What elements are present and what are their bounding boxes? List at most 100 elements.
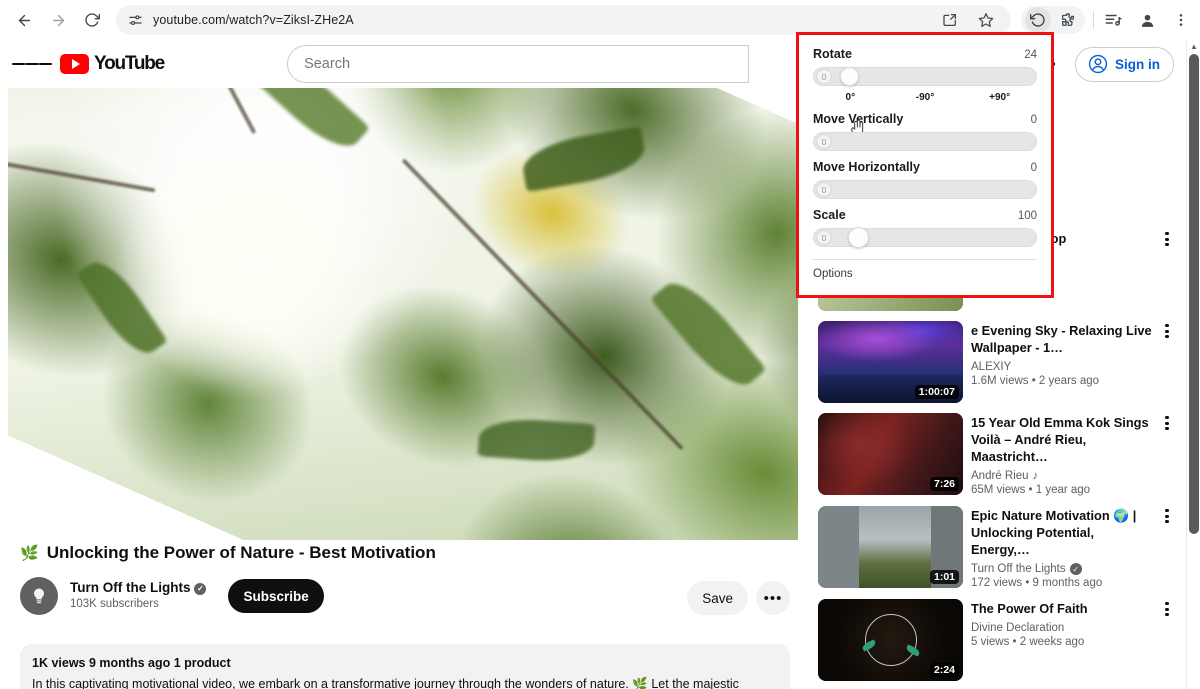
three-dots-vertical-icon[interactable]: [1158, 232, 1176, 247]
youtube-logo-text: YouTube: [94, 53, 165, 74]
channel-row[interactable]: André Rieu ♪: [971, 470, 1152, 482]
search-area: [287, 45, 750, 83]
history-restore-icon[interactable]: [1025, 7, 1051, 33]
scale-label: Scale: [813, 208, 846, 222]
list-item-info: The Power Of Faith Divine Declaration 5 …: [971, 599, 1170, 681]
move-vertically-slider[interactable]: 0: [813, 132, 1037, 151]
channel-row: Turn Off the Lights ✓ 103K subscribers S…: [20, 577, 790, 615]
address-bar[interactable]: youtube.com/watch?v=ZiksI-ZHe2A: [116, 5, 1011, 35]
move-horizontally-slider-min: 0: [816, 182, 832, 197]
video-actions: Save •••: [687, 581, 790, 615]
rotate-tick-1: -90°: [915, 92, 935, 103]
description-box[interactable]: 1K views 9 months ago 1 product In this …: [20, 644, 790, 689]
list-item[interactable]: 1:00:07 e Evening Sky - Relaxing Live Wa…: [812, 316, 1180, 408]
description-line-1: In this captivating motivational video, …: [32, 677, 739, 689]
verified-badge-icon: ✓: [194, 582, 207, 595]
browser-menu-icon[interactable]: [1170, 9, 1192, 31]
video-stats: 1.6M views • 2 years ago: [971, 375, 1100, 388]
video-stats: 1K views 9 months ago 1 product: [32, 656, 231, 670]
channel-row[interactable]: Turn Off the Lights ✓: [971, 563, 1152, 576]
rotate-tick-labels: 0° -90° +90°: [813, 92, 1037, 103]
video-title: 15 Year Old Emma Kok Sings Voilà – André…: [971, 415, 1149, 465]
thumbnail[interactable]: 7:26: [818, 413, 963, 495]
page-scroll-thumb[interactable]: [1189, 54, 1199, 534]
share-screen-icon[interactable]: [939, 9, 961, 31]
channel-avatar[interactable]: [20, 577, 58, 615]
three-dots-vertical-icon[interactable]: [1158, 416, 1176, 431]
list-item[interactable]: 2:24 The Power Of Faith Divine Declarati…: [812, 594, 1180, 686]
video-title-row: 🌿 Unlocking the Power of Nature - Best M…: [20, 543, 790, 563]
video-title: Unlocking the Power of Nature - Best Mot…: [46, 543, 436, 562]
downloads-playlist-icon[interactable]: [1102, 9, 1124, 31]
account-icon[interactable]: [1136, 9, 1158, 31]
youtube-play-icon: [60, 54, 89, 74]
rotate-slider[interactable]: 0: [813, 67, 1037, 138]
more-actions-button[interactable]: •••: [756, 581, 790, 615]
search-input[interactable]: [304, 56, 733, 72]
rotate-tick-2: +90°: [989, 92, 1011, 103]
move-horizontally-group: Move Horizontally 0 0: [813, 160, 1037, 199]
list-item-info: 15 Year Old Emma Kok Sings Voilà – André…: [971, 413, 1170, 496]
save-button[interactable]: Save: [687, 581, 748, 615]
move-vertically-row: Move Vertically 0: [813, 112, 1037, 126]
channel-name[interactable]: Divine Declaration: [971, 622, 1152, 634]
move-horizontally-value: 0: [1030, 162, 1037, 174]
site-settings-icon[interactable]: [128, 13, 143, 28]
video-stats: 65M views • 1 year ago: [971, 484, 1091, 497]
three-dots-vertical-icon[interactable]: [1158, 324, 1176, 339]
thumbnail[interactable]: 1:01: [818, 506, 963, 589]
thumbnail[interactable]: 2:24: [818, 599, 963, 682]
url-text: youtube.com/watch?v=ZiksI-ZHe2A: [153, 13, 354, 27]
back-button[interactable]: [8, 4, 40, 36]
sign-in-button[interactable]: Sign in: [1075, 46, 1174, 82]
leaf-emoji-icon: 🌿: [20, 545, 39, 562]
account-circle-icon: [1087, 53, 1109, 75]
move-vertically-slider-min: 0: [816, 134, 832, 149]
duration-badge: 7:26: [929, 477, 959, 491]
turn-off-the-lights-popup[interactable]: Rotate 24 0 0° -90° +90° Move Vertically…: [796, 32, 1054, 298]
rotate-tick-0: 0°: [845, 92, 856, 103]
rotated-video-frame[interactable]: [8, 88, 798, 540]
list-item[interactable]: 1:01 Epic Nature Motivation 🌍 | Unlockin…: [812, 501, 1180, 594]
bookmark-star-icon[interactable]: [975, 9, 997, 31]
hamburger-icon[interactable]: [12, 44, 52, 84]
scale-slider-thumb[interactable]: [848, 227, 869, 248]
music-note-icon: ♪: [1032, 470, 1039, 483]
video-title: The Power Of Faith: [971, 601, 1088, 617]
channel-name: Turn Off the Lights: [971, 563, 1066, 576]
video-player-stage[interactable]: [8, 88, 798, 540]
page-scrollbar[interactable]: ▲: [1186, 40, 1200, 689]
youtube-logo[interactable]: YouTube: [60, 53, 165, 75]
browser-window: youtube.com/watch?v=ZiksI-ZHe2A YouTube …: [0, 0, 1200, 689]
thumbnail[interactable]: 1:00:07: [818, 321, 963, 403]
channel-name[interactable]: ALEXIY: [971, 361, 1152, 373]
subscribe-button[interactable]: Subscribe: [228, 579, 324, 613]
options-link[interactable]: Options: [813, 260, 1037, 280]
reload-button[interactable]: [76, 4, 108, 36]
move-horizontally-label: Move Horizontally: [813, 160, 920, 174]
search-box[interactable]: [287, 45, 750, 83]
channel-text: Turn Off the Lights ✓ 103K subscribers: [70, 580, 207, 611]
rotate-slider-thumb[interactable]: [840, 67, 859, 86]
move-horizontally-slider[interactable]: 0: [813, 180, 1037, 199]
forward-button[interactable]: [42, 4, 74, 36]
three-dots-vertical-icon[interactable]: [1158, 602, 1176, 617]
duration-badge: 1:00:07: [914, 385, 959, 399]
list-item[interactable]: 7:26 15 Year Old Emma Kok Sings Voilà – …: [812, 408, 1180, 501]
channel-name: André Rieu: [971, 470, 1029, 483]
rotate-row: Rotate 24: [813, 47, 1037, 61]
channel-name-row[interactable]: Turn Off the Lights ✓: [70, 580, 207, 597]
scale-group: Scale 100 0: [813, 208, 1037, 248]
scale-value: 100: [1017, 210, 1037, 222]
rotate-slider-min: 0: [816, 69, 832, 84]
duration-badge: 1:01: [929, 570, 959, 585]
scale-slider[interactable]: 0: [813, 227, 1037, 248]
toolbar-divider: [1093, 11, 1094, 29]
video-meta: 🌿 Unlocking the Power of Nature - Best M…: [20, 543, 790, 615]
three-dots-vertical-icon[interactable]: [1158, 509, 1176, 524]
caret-up-icon[interactable]: ▲: [1187, 40, 1200, 52]
rotate-value: 24: [1024, 49, 1037, 61]
extensions-puzzle-icon[interactable]: [1055, 7, 1081, 33]
duration-badge: 2:24: [929, 663, 959, 678]
list-item-info: Epic Nature Motivation 🌍 | Unlocking Pot…: [971, 506, 1170, 589]
